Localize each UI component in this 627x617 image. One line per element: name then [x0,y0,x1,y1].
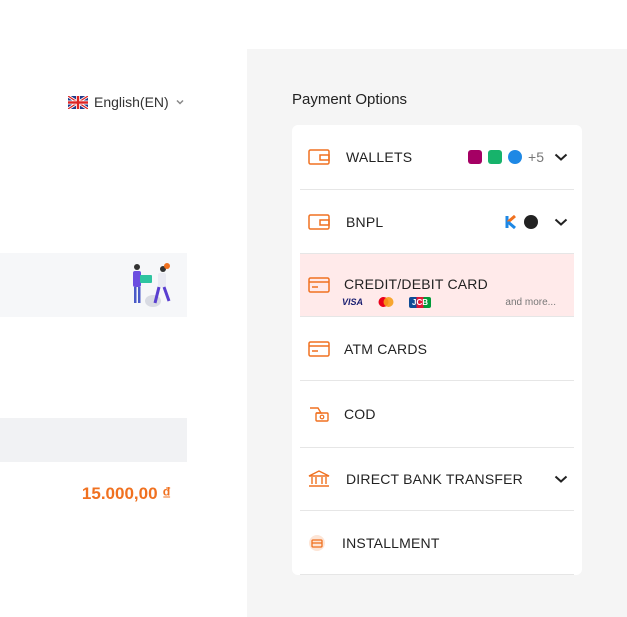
more-wallets-count: +5 [528,149,544,165]
momo-icon [468,150,483,164]
option-label: CREDIT/DEBIT CARD [344,276,488,292]
summary-bar [0,418,187,462]
card-brand-logos: VISA JCB [342,296,432,308]
option-cod[interactable]: COD [300,381,574,448]
option-bnpl[interactable]: BNPL [300,190,574,254]
language-selector[interactable]: English(EN) [68,94,185,110]
jcb-icon: JCB [409,296,432,308]
option-label: INSTALLMENT [342,534,440,551]
atm-card-icon [308,340,330,357]
cash-on-delivery-icon [310,407,329,422]
mastercard-icon [378,297,394,307]
bnpl-logos [504,190,568,253]
credit-card-icon [308,277,330,293]
option-atm-cards[interactable]: ATM CARDS [300,317,574,381]
visa-icon: VISA [342,297,364,307]
option-label: WALLETS [346,149,413,165]
chevron-down-icon[interactable] [554,474,568,484]
option-label: DIRECT BANK TRANSFER [346,471,523,487]
more-cards-text: and more... [505,297,556,308]
option-installment[interactable]: INSTALLMENT [300,511,574,575]
payment-options-card: WALLETS +5 BNPL CREDIT/DEBIT CARD VISA J… [292,125,582,575]
wallet-icon [308,149,330,165]
bank-transfer-actions [554,448,568,510]
payment-options-title: Payment Options [292,91,408,108]
zalopay-icon [488,150,503,164]
viettelpay-icon [508,150,523,164]
option-credit-debit-card[interactable]: CREDIT/DEBIT CARD VISA JCB and more... [300,254,574,317]
chevron-down-icon[interactable] [554,217,568,227]
option-label: ATM CARDS [344,340,428,357]
total-amount: 15.000,00 ₫ [81,484,171,503]
option-wallets[interactable]: WALLETS +5 [300,125,574,190]
kredivo-icon [505,214,516,229]
wallet-logos: +5 [468,125,568,189]
language-label: English(EN) [94,94,169,110]
installment-icon [309,534,325,551]
chevron-down-icon[interactable] [554,152,568,162]
option-direct-bank-transfer[interactable]: DIRECT BANK TRANSFER [300,448,574,511]
info-banner [0,253,187,317]
wallet-icon [308,213,330,230]
option-label: BNPL [346,213,384,230]
bank-icon [308,470,330,487]
uk-flag-icon [68,95,88,109]
chevron-down-icon [176,99,184,105]
atome-icon [524,214,538,229]
option-label: COD [344,406,376,422]
people-illustration-icon [133,263,171,307]
left-panel [0,49,247,617]
